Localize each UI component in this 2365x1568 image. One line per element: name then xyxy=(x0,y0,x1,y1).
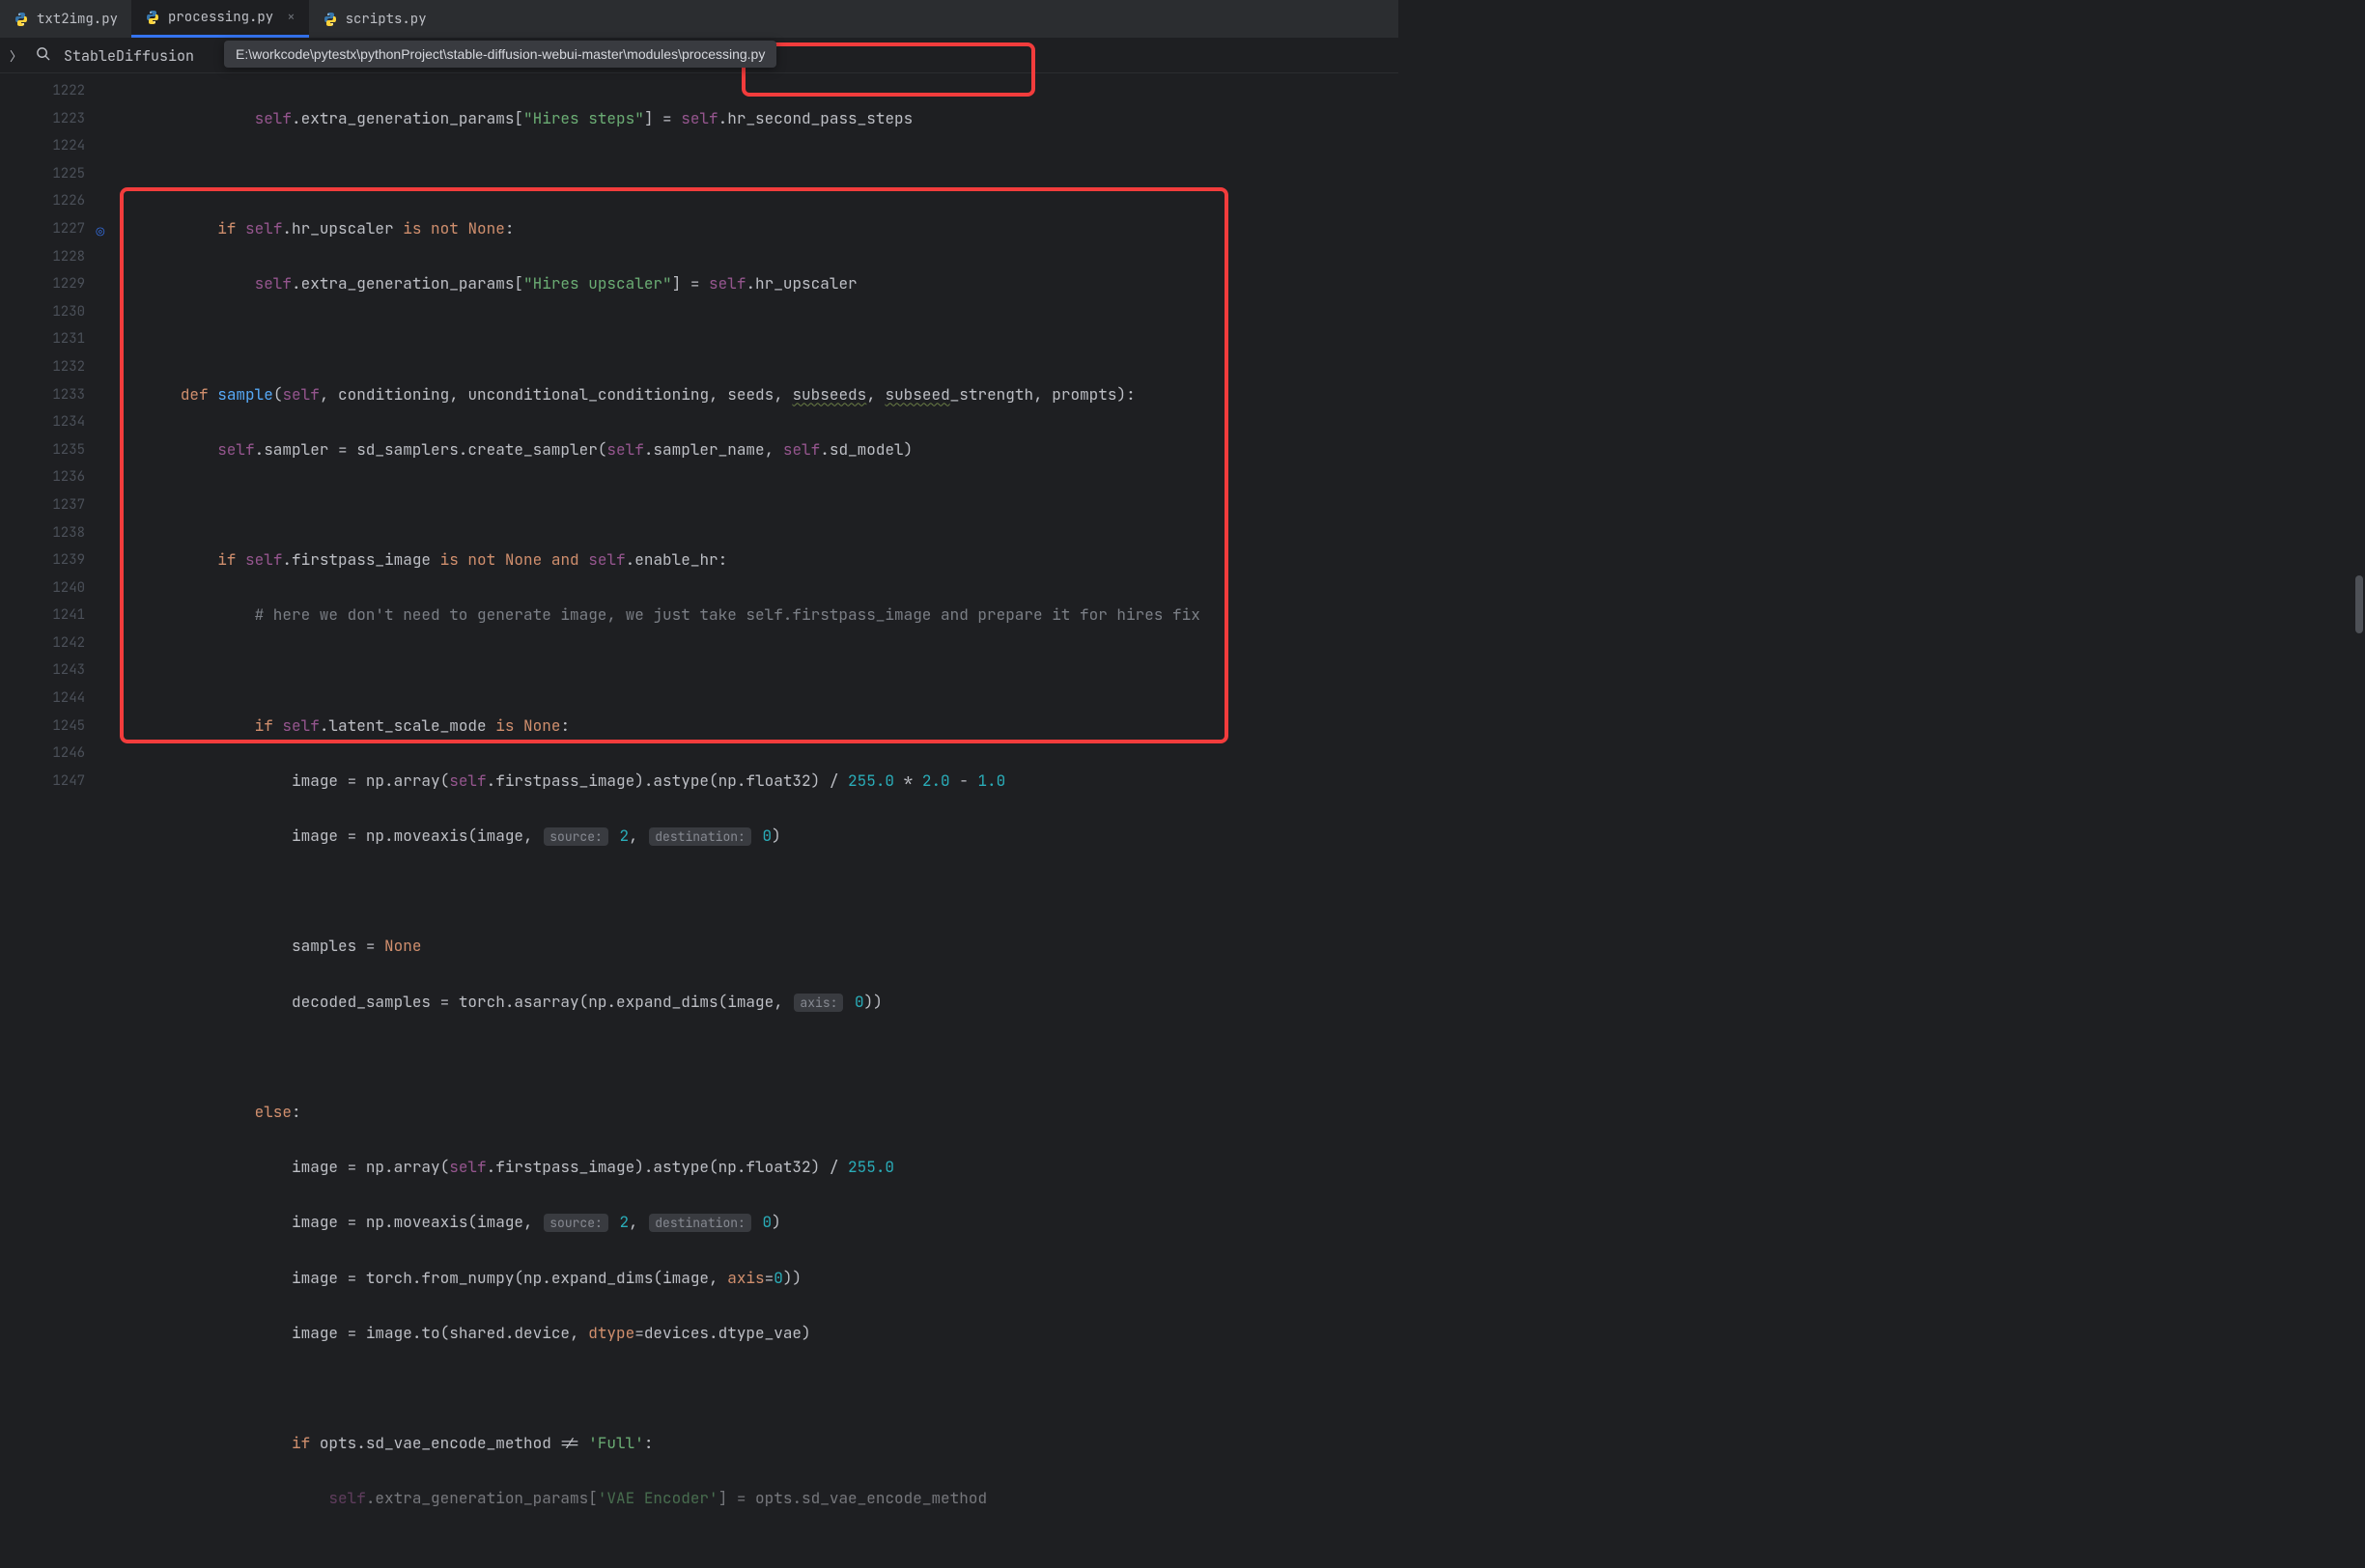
search-icon[interactable] xyxy=(36,46,50,66)
param-hint: source: xyxy=(544,1214,608,1232)
code-area[interactable]: self.extra_generation_params["Hires step… xyxy=(97,73,1398,809)
gutter: 122212231224122512261227◎122812291230123… xyxy=(0,73,97,809)
tab-scripts[interactable]: scripts.py xyxy=(309,0,440,38)
scrollbar[interactable] xyxy=(2351,73,2365,1398)
breadcrumb-bar: 〉 StableDiffusion E:\workcode\pytestx\py… xyxy=(0,39,1398,73)
code-editor[interactable]: 122212231224122512261227◎122812291230123… xyxy=(0,73,1398,809)
tab-label: txt2img.py xyxy=(37,11,118,28)
breadcrumb[interactable]: StableDiffusion xyxy=(64,46,194,66)
tab-label: scripts.py xyxy=(346,11,427,28)
python-icon xyxy=(323,12,338,27)
param-hint: axis: xyxy=(794,994,843,1012)
tab-processing[interactable]: processing.py × xyxy=(131,0,309,38)
python-icon xyxy=(145,10,160,25)
chevron-right-icon[interactable]: 〉 xyxy=(10,46,22,65)
param-hint: destination: xyxy=(649,1214,751,1232)
close-icon[interactable]: × xyxy=(287,9,295,26)
path-tooltip: E:\workcode\pytestx\pythonProject\stable… xyxy=(224,41,776,68)
param-hint: destination: xyxy=(649,827,751,846)
scrollbar-thumb[interactable] xyxy=(2355,575,2363,633)
tab-bar: txt2img.py processing.py × scripts.py xyxy=(0,0,1398,39)
param-hint: source: xyxy=(544,827,608,846)
tab-txt2img[interactable]: txt2img.py xyxy=(0,0,131,38)
tab-label: processing.py xyxy=(168,9,273,26)
python-icon xyxy=(14,12,29,27)
